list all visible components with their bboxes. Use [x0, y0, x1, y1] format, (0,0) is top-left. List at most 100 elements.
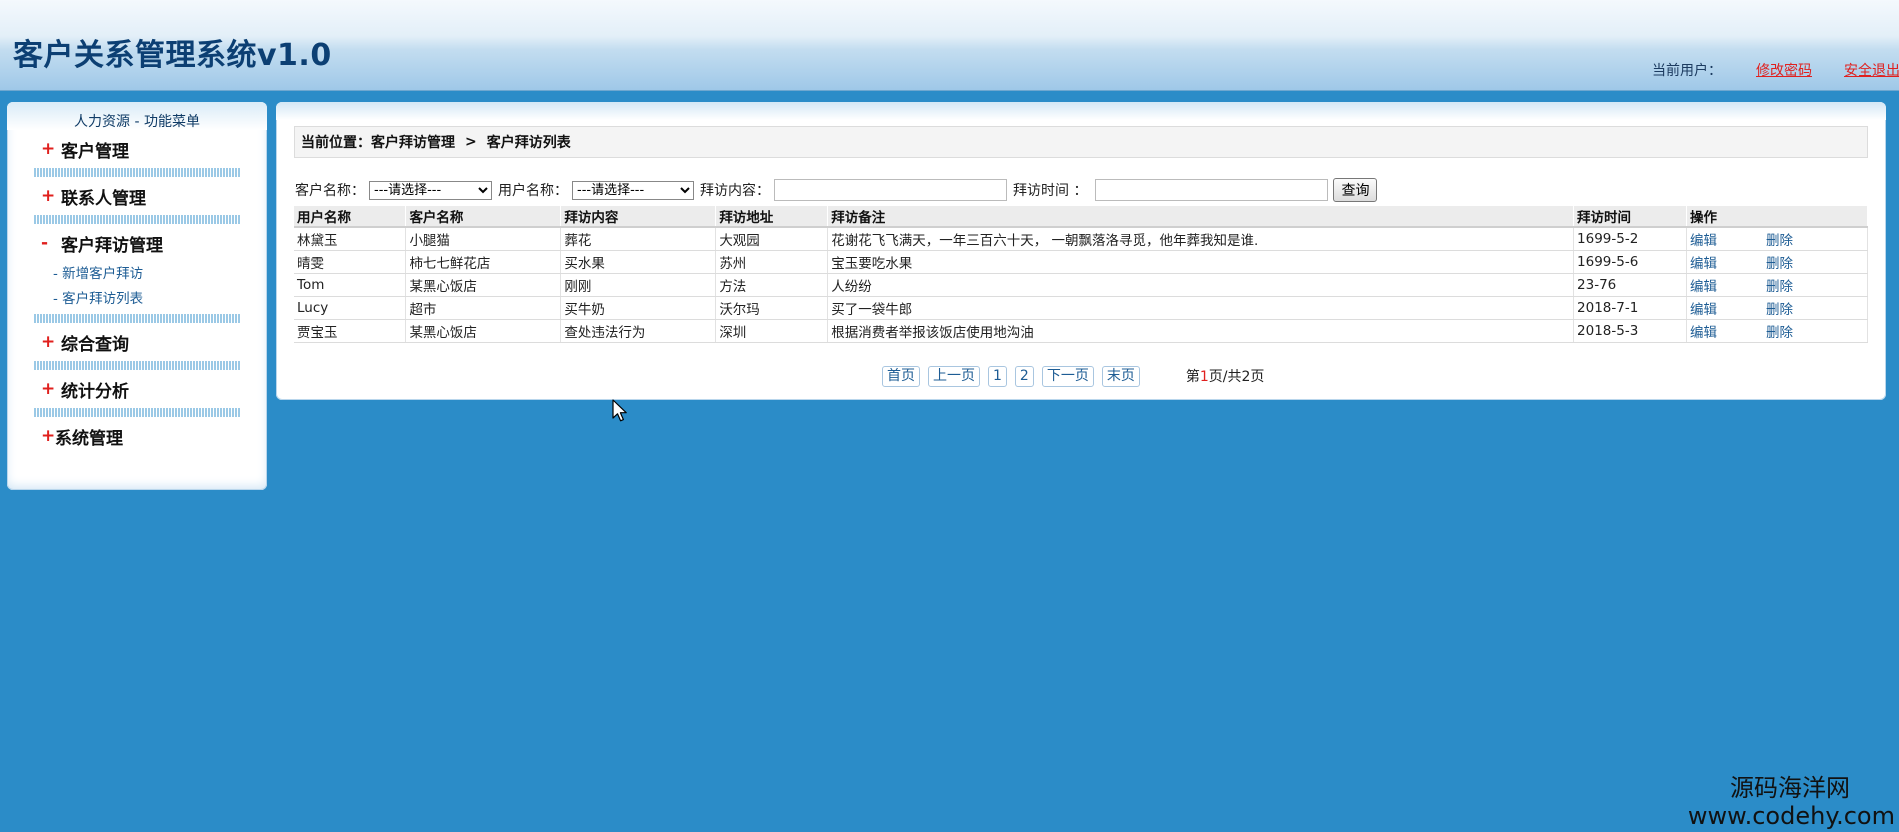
menu-divider — [34, 314, 241, 323]
menu-divider — [34, 408, 241, 417]
expand-icon: + — [41, 186, 56, 206]
menu-comprehensive-query[interactable]: + 综合查询 — [7, 323, 267, 361]
site-watermark: 源码海洋网 www.codehy.com — [1688, 776, 1895, 828]
search-button[interactable]: 查询 — [1333, 178, 1378, 202]
delete-link[interactable]: 删除 — [1766, 275, 1793, 295]
menu-contact-management[interactable]: + 联系人管理 — [7, 177, 267, 215]
panel-top-band — [276, 102, 1886, 120]
breadcrumb-prefix: 当前位置： — [301, 135, 371, 151]
watermark-url: www.codehy.com — [1687, 802, 1895, 830]
menu-label: 客户管理 — [61, 141, 129, 162]
logout-link[interactable]: 安全退出 — [1844, 60, 1899, 80]
customer-filter-label: 客户名称： — [295, 183, 365, 199]
expand-icon: + — [41, 332, 56, 352]
column-header: 用户名称 — [294, 206, 407, 228]
menu-group-query: + 综合查询 — [7, 323, 267, 370]
column-header: 拜访时间 — [1573, 206, 1687, 228]
visit-table: 用户名称 客户名称 拜访内容 拜访地址 拜访备注 拜访时间 操作 林黛玉 小腿猫… — [294, 206, 1869, 343]
table-header-row: 用户名称 客户名称 拜访内容 拜访地址 拜访备注 拜访时间 操作 — [294, 206, 1869, 228]
search-form: 客户名称： ---请选择--- 用户名称： ---请选择--- 拜访内容： 拜访… — [295, 177, 1378, 203]
delete-link[interactable]: 删除 — [1766, 229, 1793, 249]
visit-content-input[interactable] — [774, 179, 1007, 201]
cell-time: 2018-7-1 — [1573, 296, 1687, 320]
next-page-button[interactable]: 下一页 — [1041, 365, 1094, 387]
cell-note: 花谢花飞飞满天，一年三百六十天， 一朝飘落洛寻觅，他年葬我知是谁. — [827, 227, 1575, 251]
edit-link[interactable]: 编辑 — [1690, 229, 1766, 249]
cell-user: Lucy — [294, 296, 407, 320]
change-password-link[interactable]: 修改密码 — [1756, 60, 1812, 80]
delete-link[interactable]: 删除 — [1766, 298, 1793, 318]
visit-time-input[interactable] — [1095, 179, 1329, 201]
cell-user: 林黛玉 — [294, 227, 407, 251]
menu-visit-management[interactable]: - 客户拜访管理 — [7, 224, 267, 262]
table-row: Lucy 超市 买牛奶 沃尔玛 买了一袋牛郎 2018-7-1 编辑 删除 — [294, 296, 1869, 320]
menu-customer-management[interactable]: + 客户管理 — [7, 130, 267, 168]
app-header: 客户关系管理系统v1.0 当前用户： 修改密码 安全退出 — [0, 0, 1899, 91]
menu-group-system: + 系统管理 — [7, 417, 267, 455]
table-row: Tom 某黑心饭店 刚刚 方法 人纷纷 23-76 编辑 删除 — [294, 273, 1869, 297]
expand-icon: + — [41, 139, 56, 159]
cell-content: 刚刚 — [560, 273, 717, 297]
column-header: 拜访地址 — [715, 206, 829, 228]
edit-link[interactable]: 编辑 — [1690, 252, 1766, 272]
menu-statistics[interactable]: + 统计分析 — [7, 370, 267, 408]
cell-customer: 柿七七鲜花店 — [405, 250, 562, 274]
app-title: 客户关系管理系统v1.0 — [13, 38, 332, 73]
user-filter-label: 用户名称： — [498, 183, 568, 199]
table-row: 贾宝玉 某黑心饭店 查处违法行为 深圳 根据消费者举报该饭店使用地沟油 2018… — [294, 319, 1869, 343]
table-row: 晴雯 柿七七鲜花店 买水果 苏州 宝玉要吃水果 1699-5-6 编辑 删除 — [294, 250, 1869, 274]
menu-label: 系统管理 — [55, 428, 123, 449]
edit-link[interactable]: 编辑 — [1690, 275, 1766, 295]
expand-icon: + — [41, 379, 56, 399]
current-page-number: 1 — [1199, 369, 1209, 385]
column-header: 拜访内容 — [560, 206, 717, 228]
breadcrumb-level2: 客户拜访列表 — [486, 135, 571, 151]
mouse-pointer-icon — [612, 399, 627, 422]
cell-note: 根据消费者举报该饭店使用地沟油 — [827, 319, 1575, 343]
main-panel: 当前位置： 客户拜访管理 > 客户拜访列表 客户名称： ---请选择--- 用户… — [276, 102, 1886, 400]
page-1-button[interactable]: 1 — [988, 365, 1007, 387]
breadcrumb-separator: > — [465, 134, 477, 150]
cell-customer: 某黑心饭店 — [405, 273, 562, 297]
first-page-button[interactable]: 首页 — [882, 365, 920, 387]
cell-time: 1699-5-6 — [1573, 250, 1687, 274]
sidebar-title: 人力资源 - 功能菜单 — [7, 102, 267, 130]
table-row: 林黛玉 小腿猫 葬花 大观园 花谢花飞飞满天，一年三百六十天， 一朝飘落洛寻觅，… — [294, 227, 1869, 251]
edit-link[interactable]: 编辑 — [1690, 298, 1766, 318]
customer-select[interactable]: ---请选择--- — [369, 180, 492, 200]
pagination: 首页 上一页 1 2 下一页 末页 第1页/共2页 — [882, 365, 1264, 387]
edit-link[interactable]: 编辑 — [1690, 321, 1766, 341]
cell-customer: 小腿猫 — [405, 227, 562, 251]
column-header: 操作 — [1686, 206, 1869, 228]
page-info-prefix: 第 — [1185, 369, 1200, 385]
prev-page-button[interactable]: 上一页 — [928, 365, 980, 387]
cell-note: 买了一袋牛郎 — [827, 296, 1575, 320]
submenu-add-visit[interactable]: - 新增客户拜访 — [53, 262, 267, 287]
cell-user: 贾宝玉 — [294, 319, 407, 343]
cell-time: 2018-5-3 — [1573, 319, 1687, 343]
content-filter-label: 拜访内容： — [700, 183, 770, 199]
cell-time: 1699-5-2 — [1573, 227, 1687, 251]
cell-customer: 超市 — [405, 296, 562, 320]
menu-system-management[interactable]: + 系统管理 — [7, 417, 267, 455]
cell-content: 查处违法行为 — [560, 319, 717, 343]
cell-content: 买牛奶 — [560, 296, 717, 320]
cell-note: 人纷纷 — [827, 273, 1575, 297]
cell-address: 深圳 — [715, 319, 829, 343]
current-user-label: 当前用户： — [1652, 63, 1722, 79]
cell-content: 葬花 — [560, 227, 717, 251]
watermark-name: 源码海洋网 — [1730, 774, 1850, 802]
user-area: 当前用户： 修改密码 安全退出 — [1652, 60, 1899, 80]
last-page-button[interactable]: 末页 — [1101, 365, 1140, 387]
cell-ops: 编辑 删除 — [1686, 296, 1869, 320]
submenu-visit-list[interactable]: - 客户拜访列表 — [53, 287, 267, 312]
page-2-button[interactable]: 2 — [1014, 365, 1034, 387]
cell-address: 大观园 — [715, 227, 829, 251]
visit-submenu: - 新增客户拜访 - 客户拜访列表 — [7, 262, 267, 314]
delete-link[interactable]: 删除 — [1766, 252, 1793, 272]
menu-group-customer: + 客户管理 — [7, 130, 267, 177]
menu-divider — [34, 361, 241, 370]
delete-link[interactable]: 删除 — [1766, 321, 1793, 341]
user-select[interactable]: ---请选择--- — [572, 180, 694, 200]
cell-note: 宝玉要吃水果 — [827, 250, 1575, 274]
